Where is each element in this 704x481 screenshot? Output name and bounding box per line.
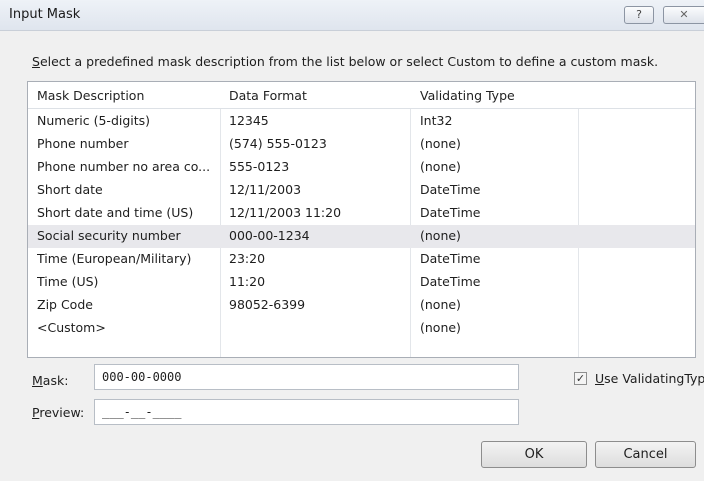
help-icon: ? [636,8,642,21]
mask-label-rest: ask: [42,373,69,388]
preview-input[interactable]: ___-__-____ [94,399,519,425]
use-validating-type-label[interactable]: Use ValidatingType [595,371,704,386]
list-row[interactable]: Short date 12/11/2003 DateTime [28,179,695,202]
cell-format: 23:20 [229,251,266,266]
instructions-accel: S [32,54,40,69]
list-row[interactable]: Phone number no area co... 555-0123 (non… [28,156,695,179]
cell-description: Phone number no area co... [37,159,211,174]
cell-description: Time (US) [37,274,99,289]
checkmark-icon: ✓ [575,372,586,385]
cell-type: (none) [420,320,461,335]
cell-type: DateTime [420,251,481,266]
input-mask-dialog: Input Mask ? ✕ Select a predefined mask … [0,0,704,481]
cell-type: Int32 [420,113,453,128]
cell-format: 555-0123 [229,159,290,174]
cell-format: 12345 [229,113,269,128]
list-row[interactable]: Time (US) 11:20 DateTime [28,271,695,294]
cell-description: <Custom> [37,320,106,335]
cell-type: DateTime [420,205,481,220]
list-row[interactable]: Zip Code 98052-6399 (none) [28,294,695,317]
cell-type: (none) [420,159,461,174]
list-row[interactable]: Phone number (574) 555-0123 (none) [28,133,695,156]
validating-label-rest: se ValidatingType [604,371,704,386]
cell-format: 98052-6399 [229,297,306,312]
cell-description: Social security number [37,228,181,243]
cell-format: 000-00-1234 [229,228,310,243]
close-icon: ✕ [679,8,689,21]
header-validating-type[interactable]: Validating Type [420,88,515,103]
cancel-button[interactable]: Cancel [595,441,696,468]
list-row[interactable]: Numeric (5-digits) 12345 Int32 [28,110,695,133]
help-button[interactable]: ? [624,6,654,24]
preview-label: Preview: [32,405,84,420]
instructions-text: Select a predefined mask description fro… [32,54,658,69]
list-row-selected[interactable]: Social security number 000-00-1234 (none… [28,225,695,248]
title-bar: Input Mask ? ✕ [0,0,704,31]
header-data-format[interactable]: Data Format [229,88,307,103]
cell-type: (none) [420,136,461,151]
cell-format: 12/11/2003 11:20 [229,205,342,220]
cell-type: (none) [420,228,461,243]
mask-label: Mask: [32,373,68,388]
cell-description: Short date and time (US) [37,205,194,220]
preview-label-rest: review: [39,405,85,420]
mask-list[interactable]: Mask Description Data Format Validating … [27,81,696,358]
header-mask-description[interactable]: Mask Description [37,88,144,103]
cell-format: (574) 555-0123 [229,136,327,151]
window-title: Input Mask [9,7,81,22]
mask-input[interactable]: 000-00-0000 [94,364,519,390]
list-header: Mask Description Data Format Validating … [28,82,695,109]
cell-type: DateTime [420,182,481,197]
list-row[interactable]: <Custom> (none) [28,317,695,340]
cell-format: 12/11/2003 [229,182,302,197]
close-button[interactable]: ✕ [663,6,704,24]
cell-type: (none) [420,297,461,312]
cell-description: Phone number [37,136,129,151]
instructions-rest: elect a predefined mask description from… [39,54,659,69]
cell-format: 11:20 [229,274,266,289]
cell-description: Time (European/Military) [37,251,192,266]
list-row[interactable]: Short date and time (US) 12/11/2003 11:2… [28,202,695,225]
ok-button[interactable]: OK [481,441,587,468]
validating-label-accel: U [595,371,605,386]
cell-description: Numeric (5-digits) [37,113,151,128]
mask-label-accel: M [32,373,43,388]
cell-description: Zip Code [37,297,93,312]
cell-description: Short date [37,182,103,197]
list-row[interactable]: Time (European/Military) 23:20 DateTime [28,248,695,271]
cell-type: DateTime [420,274,481,289]
use-validating-type-checkbox[interactable]: ✓ [574,372,587,385]
